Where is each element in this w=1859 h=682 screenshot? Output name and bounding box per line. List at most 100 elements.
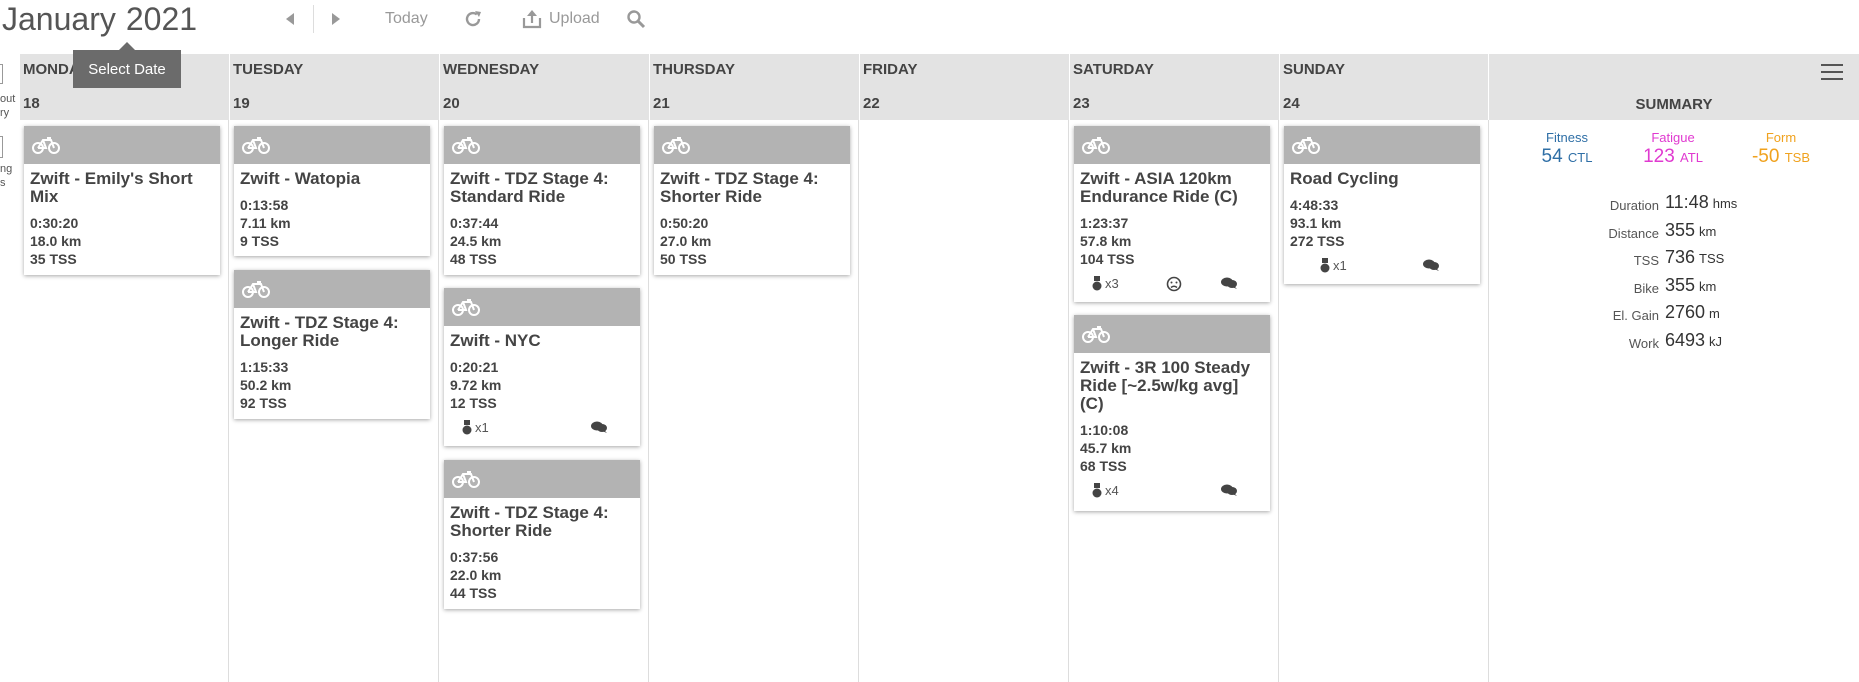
workout-title: Zwift - TDZ Stage 4: Longer Ride bbox=[240, 313, 399, 350]
workout-duration: 0:37:56 bbox=[450, 549, 499, 565]
workout-card[interactable]: Road Cycling 4:48:33 93.1 km 272 TSS x1 bbox=[1284, 126, 1480, 284]
workout-card[interactable]: Zwift - TDZ Stage 4: Standard Ride 0:37:… bbox=[444, 126, 640, 275]
bike-icon bbox=[1082, 326, 1110, 343]
summary-row-label: Distance bbox=[1608, 226, 1659, 241]
workout-title: Zwift - TDZ Stage 4: Shorter Ride bbox=[450, 503, 609, 540]
fitness-metric[interactable]: Fitness 54 CTL bbox=[1512, 130, 1622, 168]
form-value: -50 bbox=[1751, 146, 1780, 167]
workout-duration: 1:10:08 bbox=[1080, 422, 1129, 438]
workout-tss: 12 TSS bbox=[450, 395, 497, 411]
workout-card[interactable]: Zwift - TDZ Stage 4: Shorter Ride 0:50:2… bbox=[654, 126, 850, 275]
upload-icon bbox=[522, 10, 542, 29]
workout-card-header bbox=[24, 126, 220, 164]
comments-button[interactable] bbox=[1422, 258, 1440, 275]
refresh-button[interactable] bbox=[462, 6, 484, 32]
feeling-button[interactable] bbox=[1166, 276, 1182, 295]
workout-distance: 22.0 km bbox=[450, 567, 502, 583]
workout-icons: x4 bbox=[1074, 481, 1270, 505]
form-unit: TSB bbox=[1784, 150, 1811, 165]
summary-row-label: Work bbox=[1628, 336, 1659, 351]
summary-row-duration: Duration 11:48 hms bbox=[1489, 192, 1859, 216]
bike-icon bbox=[32, 137, 60, 154]
comments-button[interactable] bbox=[590, 420, 608, 437]
medal-count: x1 bbox=[475, 420, 489, 435]
day-name: FRIDAY bbox=[863, 61, 918, 78]
prev-button[interactable] bbox=[284, 6, 296, 32]
medal-count: x1 bbox=[1333, 258, 1347, 273]
day-name: SATURDAY bbox=[1073, 61, 1154, 78]
search-button[interactable] bbox=[626, 6, 646, 32]
workout-card-header bbox=[234, 126, 430, 164]
workout-card[interactable]: Zwift - Emily's Short Mix 0:30:20 18.0 k… bbox=[24, 126, 220, 275]
workout-tss: 272 TSS bbox=[1290, 233, 1345, 249]
bike-icon bbox=[452, 137, 480, 154]
comments-icon bbox=[1221, 484, 1237, 496]
next-button[interactable] bbox=[330, 6, 342, 32]
column-divider bbox=[858, 120, 859, 682]
summary-row-label: Bike bbox=[1633, 281, 1659, 296]
comments-button[interactable] bbox=[1220, 276, 1238, 293]
day-number: 21 bbox=[653, 95, 670, 112]
workout-stats: 1:10:08 45.7 km 68 TSS bbox=[1074, 413, 1270, 481]
workout-card-header bbox=[654, 126, 850, 164]
day-header-saturday: SATURDAY 23 bbox=[1070, 54, 1280, 120]
fatigue-metric[interactable]: Fatigue 123 ATL bbox=[1618, 130, 1728, 168]
day-name: WEDNESDAY bbox=[443, 61, 540, 78]
comments-button[interactable] bbox=[1220, 483, 1238, 500]
workout-card[interactable]: Zwift - Watopia 0:13:58 7.11 km 9 TSS bbox=[234, 126, 430, 256]
search-icon bbox=[627, 10, 646, 29]
workout-stats: 0:13:58 7.11 km 9 TSS bbox=[234, 188, 430, 256]
workout-title: Road Cycling bbox=[1290, 169, 1399, 188]
medal-badge[interactable]: x4 bbox=[1092, 483, 1119, 498]
medal-badge[interactable]: x3 bbox=[1092, 276, 1119, 291]
workout-card[interactable]: Zwift - TDZ Stage 4: Shorter Ride 0:37:5… bbox=[444, 460, 640, 609]
workout-card[interactable]: Zwift - NYC 0:20:21 9.72 km 12 TSS x1 bbox=[444, 288, 640, 446]
form-metric[interactable]: Form -50 TSB bbox=[1726, 130, 1836, 168]
refresh-icon bbox=[465, 11, 481, 27]
select-date-tooltip: Select Date bbox=[73, 42, 181, 88]
fitness-unit: CTL bbox=[1567, 150, 1593, 165]
comments-icon bbox=[1423, 259, 1439, 271]
workout-card[interactable]: Zwift - ASIA 120km Endurance Ride (C) 1:… bbox=[1074, 126, 1270, 302]
summary-row-value: 736 bbox=[1665, 247, 1696, 267]
workout-stats: 1:15:33 50.2 km 92 TSS bbox=[234, 350, 430, 418]
workout-tss: 104 TSS bbox=[1080, 251, 1135, 267]
calendar-header: MONDA 18 TUESDAY 19 WEDNESDAY 20 THURSDA… bbox=[20, 54, 1859, 120]
month-label: January bbox=[2, 1, 116, 37]
month-title[interactable]: January 2021 bbox=[2, 1, 197, 38]
workout-title: Zwift - Emily's Short Mix bbox=[30, 169, 193, 206]
fatigue-value: 123 bbox=[1643, 146, 1675, 167]
workout-card[interactable]: Zwift - 3R 100 Steady Ride [~2.5w/kg avg… bbox=[1074, 315, 1270, 511]
workout-card[interactable]: Zwift - TDZ Stage 4: Longer Ride 1:15:33… bbox=[234, 270, 430, 419]
medal-count: x4 bbox=[1105, 483, 1119, 498]
day-number: 20 bbox=[443, 95, 460, 112]
workout-tss: 68 TSS bbox=[1080, 458, 1127, 474]
summary-row-value: 355 bbox=[1665, 220, 1696, 240]
chevron-left-icon bbox=[286, 13, 294, 25]
form-label: Form bbox=[1765, 130, 1797, 145]
column-divider bbox=[438, 120, 439, 682]
column-divider bbox=[1068, 120, 1069, 682]
panel-box-bottom[interactable] bbox=[0, 136, 3, 158]
today-button[interactable]: Today bbox=[385, 6, 428, 32]
workout-card-header bbox=[444, 288, 640, 326]
medal-icon bbox=[462, 420, 472, 435]
medal-badge[interactable]: x1 bbox=[462, 420, 489, 435]
medal-icon bbox=[1092, 276, 1102, 291]
panel-text-bottom: ng s bbox=[0, 163, 13, 189]
workout-distance: 27.0 km bbox=[660, 233, 712, 249]
workout-duration: 1:15:33 bbox=[240, 359, 289, 375]
menu-icon[interactable] bbox=[1821, 64, 1843, 80]
summary-row-value: 11:48 bbox=[1665, 192, 1709, 212]
day-header-tuesday: TUESDAY 19 bbox=[230, 54, 440, 120]
upload-button[interactable]: Upload bbox=[521, 6, 600, 32]
day-name: TUESDAY bbox=[233, 61, 304, 78]
frown-face-icon bbox=[1166, 276, 1182, 292]
panel-box-top[interactable] bbox=[0, 64, 3, 84]
medal-icon bbox=[1092, 483, 1102, 498]
fatigue-unit: ATL bbox=[1680, 150, 1703, 165]
workout-distance: 50.2 km bbox=[240, 377, 292, 393]
workout-duration: 0:13:58 bbox=[240, 197, 289, 213]
medal-badge[interactable]: x1 bbox=[1320, 258, 1347, 273]
bike-icon bbox=[452, 471, 480, 488]
